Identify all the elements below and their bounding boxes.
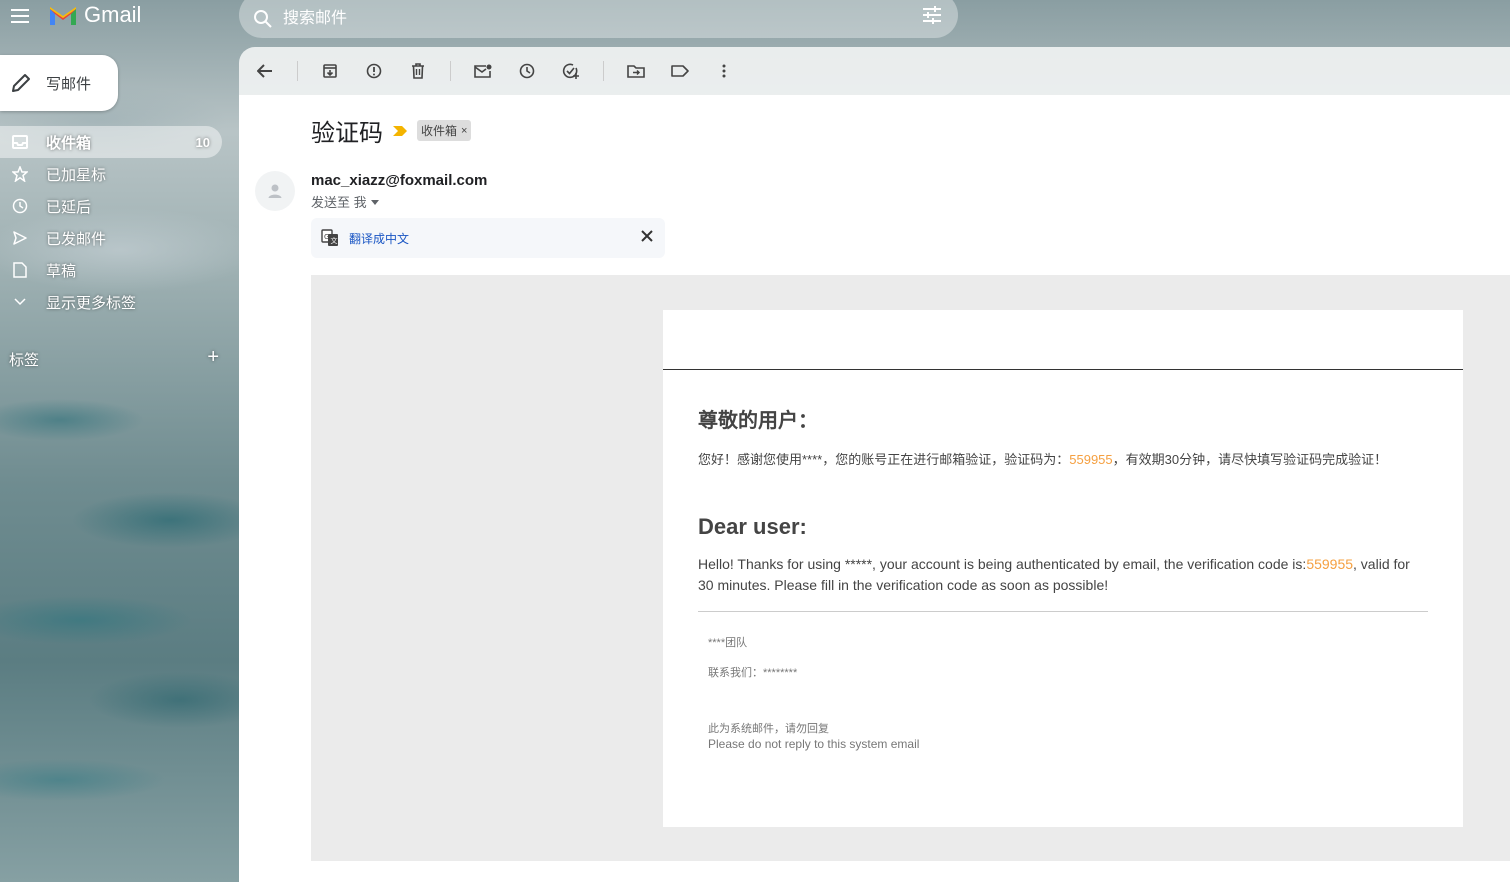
labels-heading: 标签 [9,352,40,369]
compose-button[interactable]: 写邮件 [0,55,118,111]
nav-list: 收件箱 10 已加星标 已延后 已发邮件 草稿 显示更多标签 [0,126,239,318]
label-chip-text: 收件箱 [421,124,458,138]
translate-bar: G 文 翻译成中文 [311,218,665,258]
system-notice-en: Please do not reply to this system email [708,737,920,751]
svg-text:G: G [324,233,329,241]
greeting-en: Dear user: [698,514,807,539]
sidebar-item-sent[interactable]: 已发邮件 [0,222,222,254]
team-signature: ****团队 [708,637,748,649]
contact-line: 联系我们：******** [708,667,798,679]
mark-unread-icon [474,64,492,78]
sidebar-item-label: 显示更多标签 [46,294,137,312]
search-options-icon[interactable] [922,6,942,24]
paragraph-en-text: Hello! Thanks for using *****, your acco… [698,556,1307,572]
toolbar-divider [297,61,298,81]
verification-code: 559955 [1069,452,1113,467]
move-to-button[interactable] [624,59,648,83]
snooze-button[interactable] [515,59,539,83]
more-button[interactable] [712,59,736,83]
svg-text:文: 文 [331,236,338,245]
move-to-icon [627,65,645,78]
report-spam-button[interactable] [362,59,386,83]
archive-icon [323,64,337,78]
sidebar-item-label: 收件箱 [46,134,92,152]
delete-button[interactable] [406,59,430,83]
top-bar: Gmail [0,0,1510,40]
remove-label-button[interactable]: × [461,125,467,137]
app-name: Gmail [84,2,142,27]
sidebar-item-label: 草稿 [46,262,77,280]
toolbar-divider [603,61,604,81]
paragraph-cn-text: 您好！感谢您使用****，您的账号正在进行邮箱验证，验证码为： [698,452,1070,467]
translate-icon: G 文 [321,229,338,246]
email-card: 尊敬的用户： 您好！感谢您使用****，您的账号正在进行邮箱验证，验证码为：55… [663,310,1463,827]
search-input[interactable] [283,2,883,28]
sidebar-item-starred[interactable]: 已加星标 [0,158,222,190]
verification-code: 559955 [1306,556,1354,572]
compose-label: 写邮件 [46,75,92,93]
greeting-cn: 尊敬的用户： [698,410,818,432]
chevron-down-icon [10,298,30,306]
sidebar-item-label: 已发邮件 [46,230,107,248]
paragraph-cn: 您好！感谢您使用****，您的账号正在进行邮箱验证，验证码为：559955，有效… [698,449,1428,470]
report-spam-icon [366,63,382,79]
close-icon[interactable] [641,230,653,242]
search-bar[interactable] [239,0,958,38]
search-icon[interactable] [253,9,273,29]
back-icon [257,64,272,78]
sender-address[interactable]: mac_xiazz@foxmail.com [311,172,487,189]
sidebar-item-label: 已加星标 [46,166,107,184]
archive-button[interactable] [318,59,342,83]
gmail-m-icon [50,7,76,25]
more-icon [722,64,726,78]
main-menu-icon[interactable] [8,4,32,28]
sidebar: 写邮件 收件箱 10 已加星标 已延后 已发邮件 草稿 显示更多标签 标签 + [0,40,239,882]
toolbar-divider [450,61,451,81]
mark-unread-button[interactable] [471,59,495,83]
recipient-details-toggle[interactable]: 发送至 我 [311,192,379,211]
paragraph-en: Hello! Thanks for using *****, your acco… [698,554,1428,596]
add-label-button[interactable]: + [207,347,219,370]
pencil-icon [12,74,30,92]
paragraph-cn-text-end: ，有效期30分钟，请尽快填写验证码完成验证！ [1112,452,1388,467]
subject-row: 验证码 收件箱 × [311,113,472,148]
system-notice-cn: 此为系统邮件，请勿回复 [708,723,829,735]
labels-section-header: 标签 + [9,347,219,370]
system-notice: 此为系统邮件，请勿回复 Please do not reply to this … [708,722,1428,752]
divider [698,611,1428,612]
caret-down-icon [370,200,379,205]
label-button[interactable] [668,59,692,83]
sidebar-item-more[interactable]: 显示更多标签 [0,286,222,318]
translate-link[interactable]: 翻译成中文 [349,230,409,247]
send-icon [10,231,30,245]
inbox-icon [10,135,30,149]
message-view: 验证码 收件箱 × mac_xiazz@foxmail.com 发送至 我 G … [239,95,1510,882]
email-body-frame: 尊敬的用户： 您好！感谢您使用****，您的账号正在进行邮箱验证，验证码为：55… [311,275,1510,861]
person-icon [268,184,282,198]
sidebar-item-inbox[interactable]: 收件箱 10 [0,126,222,158]
star-icon [10,166,30,182]
clock-icon [10,198,30,214]
email-content: 尊敬的用户： 您好！感谢您使用****，您的账号正在进行邮箱验证，验证码为：55… [698,404,1428,752]
draft-icon [10,262,30,278]
avatar[interactable] [255,171,295,211]
back-button[interactable] [253,59,277,83]
label-icon [671,65,689,77]
label-chip-inbox: 收件箱 × [417,120,472,141]
importance-marker-icon[interactable] [393,125,407,136]
gmail-logo[interactable]: Gmail [48,2,141,28]
sidebar-item-drafts[interactable]: 草稿 [0,254,222,286]
add-task-icon [562,63,579,79]
recipient-text: 发送至 我 [311,195,367,210]
message-toolbar [239,47,1510,95]
add-task-button[interactable] [559,59,583,83]
sidebar-item-snoozed[interactable]: 已延后 [0,190,222,222]
snooze-icon [519,63,535,79]
message-subject: 验证码 [311,120,383,147]
header-rule [663,369,1463,370]
delete-icon [412,63,424,79]
sidebar-item-label: 已延后 [46,198,92,216]
unread-count: 10 [195,134,210,150]
